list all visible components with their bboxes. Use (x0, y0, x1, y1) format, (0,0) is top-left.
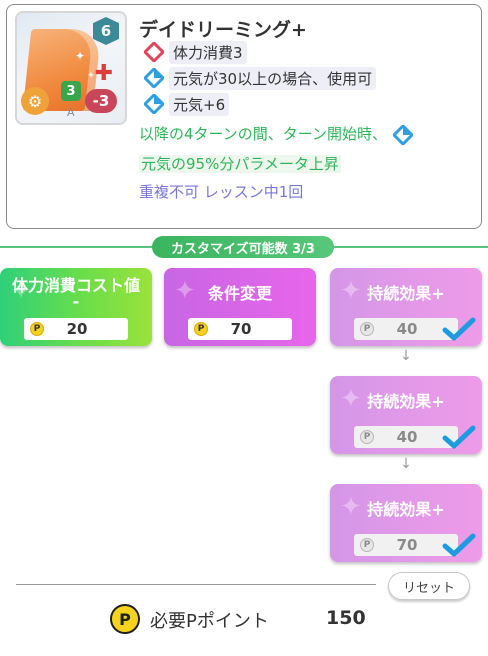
red-count-badge: -3 (85, 89, 117, 113)
gear-icon: ⚙ (21, 87, 49, 115)
customize-option-sustain-1[interactable]: ✦ 持続効果+ P 40 (330, 268, 482, 346)
effect-row-stamina: 体力消費3 (143, 40, 247, 64)
option-title: 体力消費コスト値 - (0, 278, 152, 310)
effect-row-genki: 元気+6 (143, 92, 230, 116)
customize-option-condition-change[interactable]: ✦ 条件変更 P 70 (164, 268, 316, 346)
p-coin-icon: P (194, 322, 208, 336)
customize-count-header: カスタマイズ可能数 3/3 (152, 236, 334, 258)
p-coin-icon: P (360, 538, 374, 552)
sparkle-icon: ✦ (87, 71, 95, 81)
plus-icon: ✚ (94, 61, 113, 86)
red-diamond-icon (143, 41, 165, 63)
sustain-effect-text: 以降の4ターンの間、ターン開始時、 (139, 125, 388, 143)
option-title: 条件変更 (207, 284, 272, 303)
required-points-value: 150 (326, 607, 366, 629)
card-thumbnail: ✦ ✦ 6 ✚ ⚙ 3 A -3 (15, 11, 127, 125)
effect-text: 体力消費3 (169, 40, 247, 64)
footer-divider (16, 584, 376, 585)
p-coin-icon: P (360, 430, 374, 444)
reset-button[interactable]: リセット (388, 572, 470, 600)
sustain-effect-line-2: 元気の95%分パラメータ上昇 (139, 153, 341, 174)
blue-diamond-icon (392, 124, 414, 146)
restriction-text: 重複不可 レッスン中1回 (139, 183, 304, 201)
check-icon (442, 533, 476, 557)
card-title: デイドリーミング+ (139, 19, 307, 41)
card-detail-panel: ✦ ✦ 6 ✚ ⚙ 3 A -3 デイドリーミング+ 体力消費3 元気が30以上… (6, 4, 482, 229)
cost-strip: P 20 (24, 318, 128, 340)
cost-badge: 6 (93, 17, 119, 45)
blue-diamond-icon (143, 67, 165, 89)
effect-row-condition: 元気が30以上の場合、使用可 (143, 66, 377, 90)
option-cost: 20 (66, 320, 88, 338)
cost-strip: P 70 (188, 318, 292, 340)
required-points-label: 必要Pポイント (150, 611, 269, 632)
customize-option-sustain-2[interactable]: ✦ 持続効果+ P 40 (330, 376, 482, 454)
check-icon (442, 317, 476, 341)
sparkle-icon: ✦ (75, 49, 86, 63)
option-title-line: - (72, 292, 80, 311)
chain-arrow-icon: ↓ (400, 456, 412, 472)
sustain-effect-text: 元気の95%分パラメータ上昇 (139, 155, 341, 173)
p-coin-icon: P (30, 322, 44, 336)
option-title: 持続効果+ (367, 392, 445, 411)
option-cost: 70 (230, 320, 252, 338)
p-point-icon: P (110, 604, 140, 634)
option-title: 持続効果+ (367, 500, 445, 519)
option-title: 持続効果+ (367, 284, 445, 303)
customize-option-sustain-3[interactable]: ✦ 持続効果+ P 70 (330, 484, 482, 562)
customize-option-stamina-cost[interactable]: ✦ 体力消費コスト値 - P 20 (0, 268, 152, 346)
chain-arrow-icon: ↓ (400, 348, 412, 364)
sustain-effect-line-1: 以降の4ターンの間、ターン開始時、 (139, 123, 414, 146)
effect-text: 元気+6 (169, 92, 230, 116)
check-icon (442, 425, 476, 449)
blue-diamond-icon (143, 93, 165, 115)
effect-text: 元気が30以上の場合、使用可 (169, 66, 377, 90)
p-coin-icon: P (360, 322, 374, 336)
green-count-badge: 3 (61, 81, 81, 101)
grade-label: A (67, 106, 75, 119)
